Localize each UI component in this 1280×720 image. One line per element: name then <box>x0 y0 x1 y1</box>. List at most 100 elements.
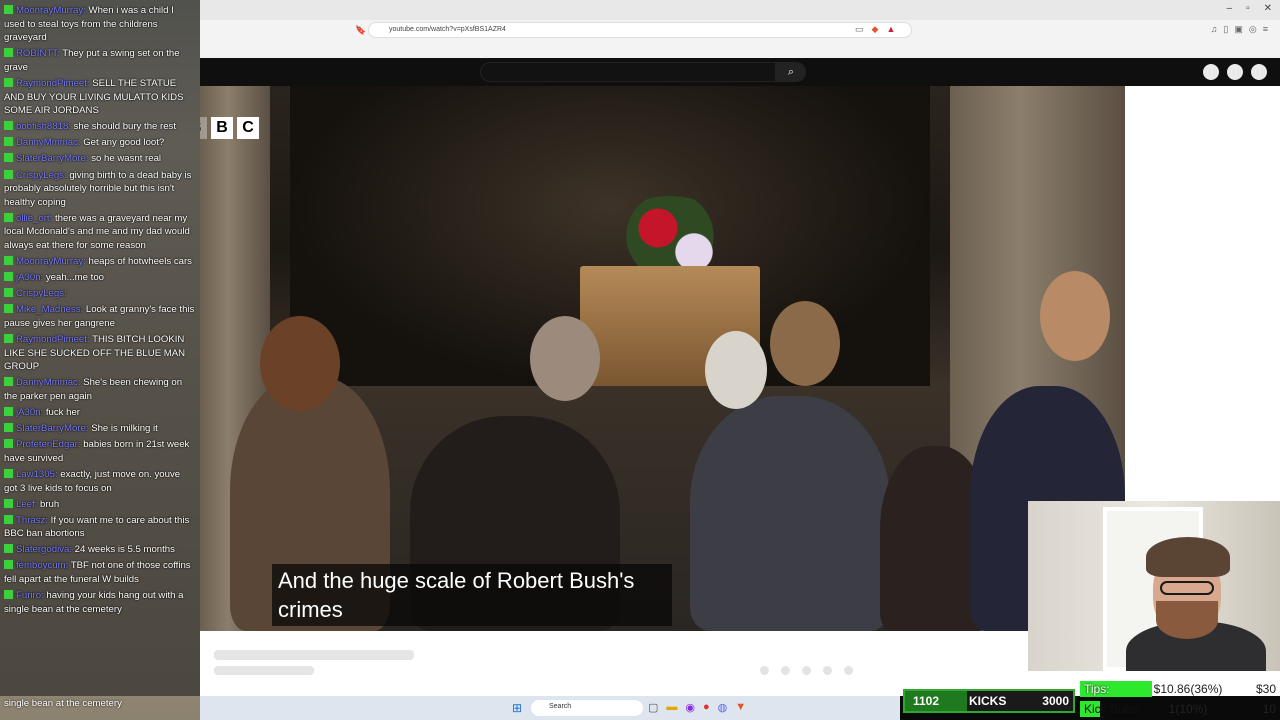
window-controls: – ▫ ✕ <box>1227 3 1273 14</box>
chat-username[interactable]: ROBINTT: <box>16 48 60 59</box>
wallet-icon[interactable]: ▣ <box>1234 24 1243 35</box>
chat-text: yeah...me too <box>45 272 105 284</box>
carousel-dot[interactable] <box>760 666 769 675</box>
kicks-label: KICKS <box>969 694 1007 708</box>
url-text: youtube.com/watch?v=pXsfBS1AZR4 <box>389 26 506 33</box>
chat-badge-icon <box>4 169 13 179</box>
chat-username[interactable]: DannyMmmac: <box>16 377 81 388</box>
file-explorer-icon[interactable]: ▬ <box>666 701 677 714</box>
chat-message: DannyMmmac: She's been chewing on the pa… <box>4 376 196 403</box>
chat-username[interactable]: Leef: <box>16 499 37 510</box>
streamer-cap <box>1146 537 1230 577</box>
subs-label: Kick Subs: <box>1084 702 1141 716</box>
brave-icon[interactable]: ▼ <box>735 701 746 714</box>
chat-message: DannyMmmac: Get any good loot? <box>4 136 196 150</box>
chat-badge-icon <box>4 153 13 163</box>
chat-badge-icon <box>4 498 13 508</box>
chat-text: Get any good loot? <box>83 137 165 149</box>
video-player[interactable] <box>200 86 1125 631</box>
create-icon[interactable] <box>1203 64 1219 80</box>
taskbar-search[interactable]: Search <box>531 700 643 716</box>
chat-username[interactable]: DannyMmmac: <box>16 137 81 148</box>
chat-badge-icon <box>4 544 13 554</box>
chat-username[interactable]: jA30n: <box>16 407 43 418</box>
chat-username[interactable]: RaymondPimeet: <box>16 78 90 89</box>
chat-badge-icon <box>4 121 13 131</box>
taskbar-apps: ▢ ▬ ◉ ● ◍ ▼ <box>648 701 746 714</box>
chat-username[interactable]: ollie_ort: <box>16 213 52 224</box>
chat-badge-icon <box>4 590 13 600</box>
chat-badge-icon <box>4 407 13 417</box>
app-icon[interactable]: ◉ <box>685 701 695 714</box>
chat-message: Law1305: exactly, just move on. youve go… <box>4 468 196 495</box>
mourner-head <box>260 316 340 411</box>
chat-badge-icon <box>4 5 13 14</box>
chat-username[interactable]: MoonrayMurray: <box>16 256 86 267</box>
chat-message: RaymondPimeet: SELL THE STATUE AND BUY Y… <box>4 77 196 118</box>
chat-message: Furiro: having your kids hang out with a… <box>4 589 196 616</box>
chat-username[interactable]: jA30n: <box>16 272 43 283</box>
music-icon[interactable]: ♫ <box>1211 24 1218 35</box>
carousel-dot[interactable] <box>823 666 832 675</box>
chat-username[interactable]: Furiro: <box>16 590 44 601</box>
mourner-head <box>530 316 600 401</box>
subs-value: 1(10%) <box>1168 702 1208 716</box>
notifications-icon[interactable] <box>1227 64 1243 80</box>
discord-icon[interactable]: ◍ <box>718 701 728 714</box>
chrome-icon[interactable]: ● <box>703 701 710 714</box>
close-icon[interactable]: ✕ <box>1264 3 1272 14</box>
sidebar-icon[interactable]: ▯ <box>1223 24 1228 35</box>
chat-username[interactable]: SlaterBarryMore: <box>16 423 89 434</box>
carousel-dot[interactable] <box>802 666 811 675</box>
avatar[interactable] <box>1251 64 1267 80</box>
chat-username[interactable]: femboycum: <box>16 560 68 571</box>
search-input[interactable] <box>480 62 776 82</box>
cast-icon[interactable]: ▭ <box>855 24 864 35</box>
chat-username[interactable]: Slatergodiva: <box>16 544 72 555</box>
bookmark-icon[interactable]: 🔖 <box>355 25 366 36</box>
windows-start-icon[interactable]: ⊞ <box>512 702 524 714</box>
chat-text: heaps of hotwheels cars <box>88 256 192 268</box>
chat-message: Leef: bruh <box>4 498 196 512</box>
kicks-current: 1102 <box>913 694 940 708</box>
chat-username[interactable]: ProfetenEdgar: <box>16 439 81 450</box>
chat-username[interactable]: Law1305: <box>16 469 58 480</box>
chat-username[interactable]: Mike_Madness: <box>16 304 83 315</box>
chat-username[interactable]: Thrasz: <box>16 515 48 526</box>
maximize-icon[interactable]: ▫ <box>1246 3 1250 14</box>
chat-message: CrispyLegs: <box>4 287 196 301</box>
chat-message: ROBINTT: They put a swing set on the gra… <box>4 47 196 74</box>
chat-message: Thrasz: If you want me to care about thi… <box>4 514 196 541</box>
chat-username[interactable]: RaymondPimeet: <box>16 334 90 345</box>
chat-badge-icon <box>4 514 13 524</box>
chat-badge-icon <box>4 77 13 87</box>
task-view-icon[interactable]: ▢ <box>648 701 658 714</box>
chat-badge-icon <box>4 304 13 314</box>
rewards-icon[interactable]: ◎ <box>1249 24 1257 35</box>
taskbar-search-placeholder: Search <box>549 703 572 710</box>
address-bar[interactable]: youtube.com/watch?v=pXsfBS1AZR4 <box>368 22 912 38</box>
brave-rewards-icon[interactable]: ▲ <box>886 24 895 35</box>
chat-message: MoonrayMurray: When i was a child I used… <box>4 4 196 45</box>
mourner-head <box>770 301 840 386</box>
chat-username[interactable]: SlaterBarryMore: <box>16 153 89 164</box>
chat-message: MoonrayMurray: heaps of hotwheels cars <box>4 255 196 269</box>
menu-icon[interactable]: ≡ <box>1263 24 1268 35</box>
minimize-icon[interactable]: – <box>1227 3 1233 14</box>
webcam-overlay <box>1028 501 1280 671</box>
extension-icons: ♫ ▯ ▣ ◎ ≡ <box>1211 24 1268 35</box>
mourner-plaid <box>690 396 890 631</box>
chat-username[interactable]: CrispyLegs: <box>16 170 67 181</box>
chat-username[interactable]: CrispyLegs: <box>16 288 67 299</box>
chat-message: ollie_ort: there was a graveyard near my… <box>4 212 196 253</box>
chat-username[interactable]: bobfish8818: <box>16 121 71 132</box>
carousel-dot[interactable] <box>781 666 790 675</box>
brave-shield-icon[interactable]: ◆ <box>872 24 879 35</box>
chat-badge-icon <box>4 256 13 266</box>
chat-badge-icon <box>4 334 13 344</box>
chat-message: SlaterBarryMore: She is milking it <box>4 422 196 436</box>
search-icon[interactable]: ⌕ <box>776 62 806 82</box>
chat-username[interactable]: MoonrayMurray: <box>16 5 86 16</box>
carousel-dot[interactable] <box>844 666 853 675</box>
chat-message: RaymondPimeet: THIS BITCH LOOKIN LIKE SH… <box>4 333 196 374</box>
